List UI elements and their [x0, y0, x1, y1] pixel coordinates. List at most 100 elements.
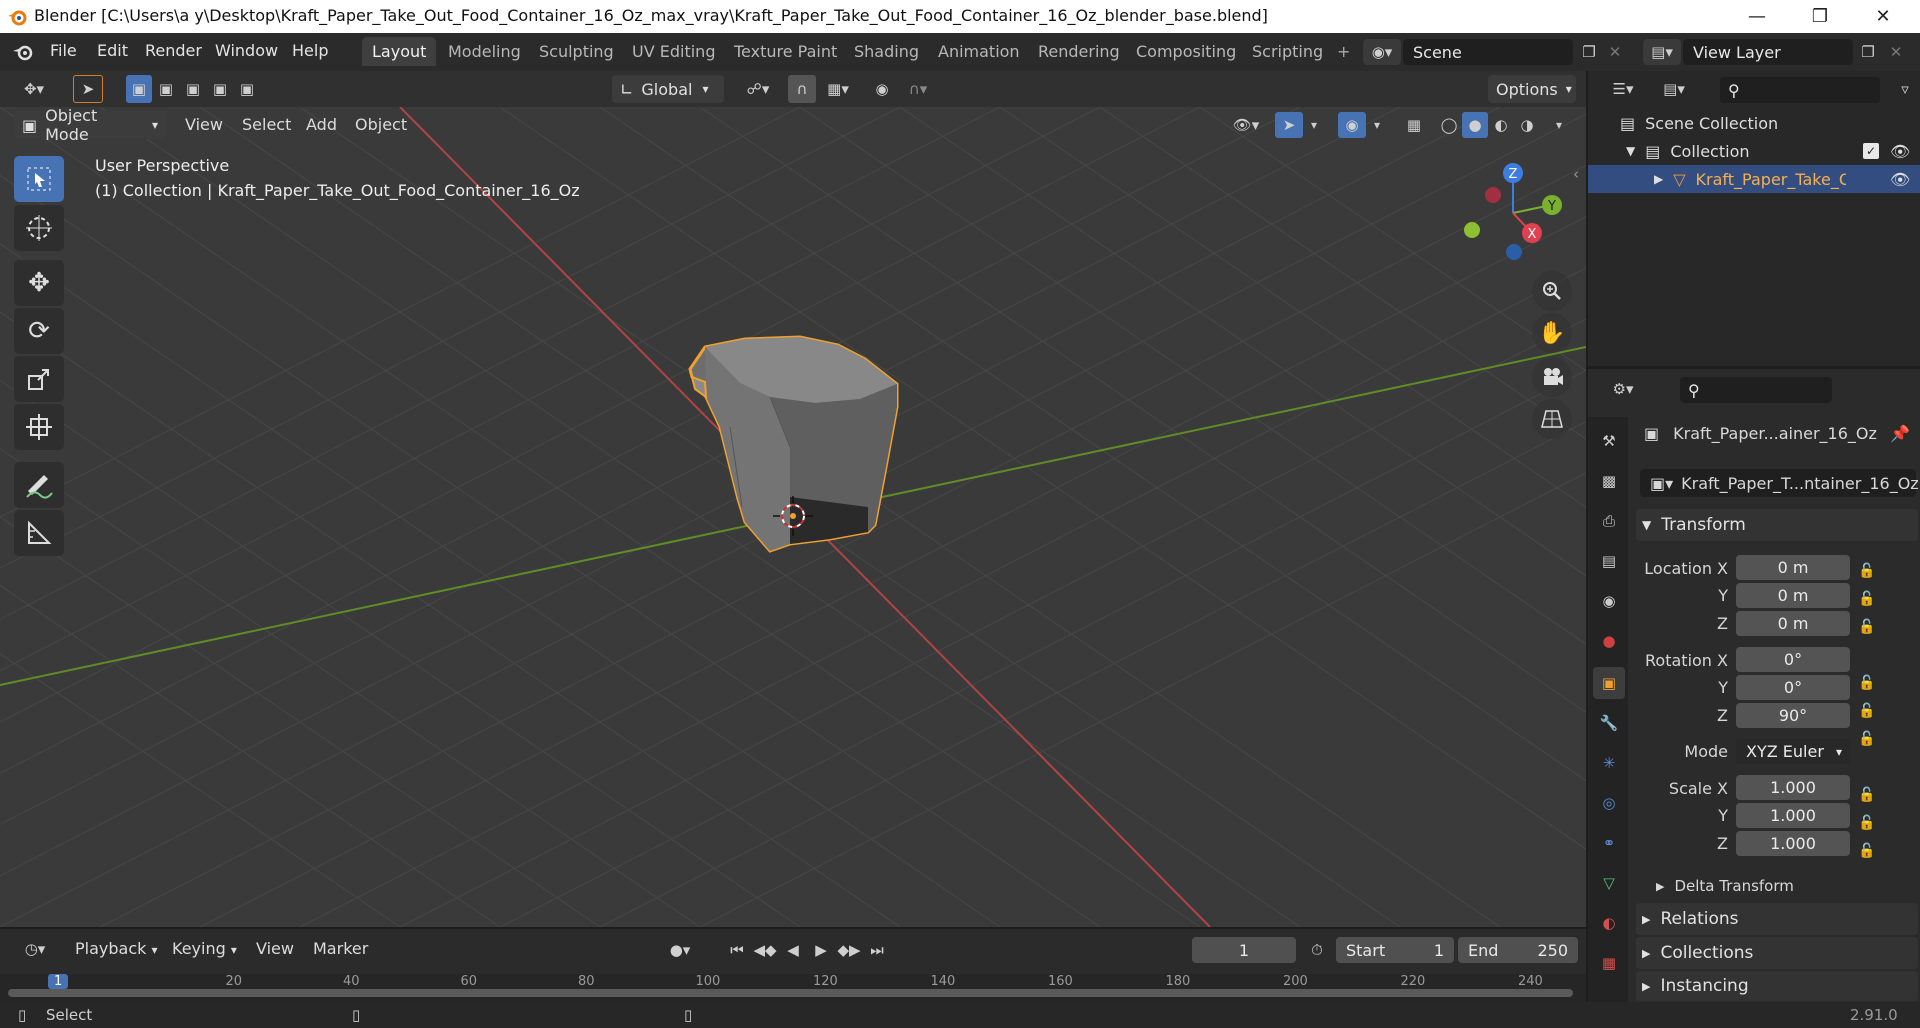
sidebar-toggle-icon[interactable]: ‹	[1568, 164, 1584, 184]
material-shading-icon[interactable]: ◐	[1488, 112, 1514, 138]
expand-arrow-icon[interactable]: ▶	[1654, 172, 1663, 186]
object-mode-dropdown[interactable]: ▣ Object Mode ▾	[14, 107, 166, 144]
end-frame-field[interactable]: End 250	[1458, 937, 1578, 963]
object-tab-icon[interactable]: ▣	[1593, 667, 1625, 699]
display-mode-icon[interactable]: ▤▾	[1652, 75, 1696, 103]
menu-timeline-view[interactable]: View	[256, 939, 294, 958]
tab-compositing[interactable]: Compositing	[1126, 37, 1246, 66]
properties-search-input[interactable]: ⚲	[1680, 377, 1832, 403]
scene-tab-icon[interactable]: ◉	[1593, 585, 1625, 617]
menu-view[interactable]: View	[185, 115, 223, 134]
xray-toggle-icon[interactable]: ▦	[1400, 112, 1428, 138]
options-dropdown[interactable]: Options ▾	[1488, 75, 1576, 103]
delta-transform-header[interactable]: ▶ Delta Transform	[1656, 877, 1794, 895]
rendered-shading-icon[interactable]: ◑	[1514, 112, 1540, 138]
rotation-x-field[interactable]: 0°	[1736, 647, 1850, 672]
eye-icon[interactable]: 👁	[1890, 142, 1910, 161]
new-scene-icon[interactable]: ❐	[1577, 39, 1601, 65]
outliner-row-scene-collection[interactable]: ▤ Scene Collection	[1588, 109, 1920, 137]
outliner-search-input[interactable]: ⚲	[1720, 77, 1880, 103]
view-layer-selector-icon[interactable]: ▤▾	[1643, 39, 1681, 65]
render-tab-icon[interactable]: ▩	[1593, 465, 1625, 497]
menu-edit[interactable]: Edit	[97, 41, 128, 60]
menu-keying[interactable]: Keying ▾	[172, 939, 237, 958]
3d-viewport[interactable]: ▣ Object Mode ▾ View Select Add Object 👁…	[0, 107, 1586, 927]
collection-checkbox[interactable]: ✓	[1863, 143, 1879, 159]
menu-object[interactable]: Object	[355, 115, 407, 134]
pan-hand-icon[interactable]: ✋	[1532, 313, 1572, 353]
properties-editor-type-icon[interactable]: ⚙▾	[1602, 375, 1644, 403]
menu-file[interactable]: File	[50, 41, 77, 60]
texture-tab-icon[interactable]: ▦	[1593, 947, 1625, 979]
rotate-tool[interactable]: ⟳	[14, 308, 64, 354]
restore-button[interactable]: ❐	[1790, 0, 1850, 33]
timeline-scrollbar[interactable]	[8, 989, 1573, 997]
prev-keyframe-icon[interactable]: ◀◆	[752, 937, 778, 963]
navigation-gizmo[interactable]: Z Y X	[1455, 157, 1565, 267]
data-tab-icon[interactable]: ▽	[1593, 867, 1625, 899]
remove-scene-icon[interactable]: ✕	[1603, 39, 1627, 65]
minimize-button[interactable]: —	[1727, 0, 1787, 33]
menu-playback[interactable]: Playback ▾	[75, 939, 158, 958]
tab-uv-editing[interactable]: UV Editing	[622, 37, 725, 66]
location-z-field[interactable]: 0 m	[1736, 611, 1850, 636]
tab-shading[interactable]: Shading	[844, 37, 929, 66]
scale-y-field[interactable]: 1.000	[1736, 803, 1850, 828]
next-keyframe-icon[interactable]: ◆▶	[836, 937, 862, 963]
remove-view-layer-icon[interactable]: ✕	[1884, 39, 1908, 65]
outliner-row-collection[interactable]: ▼ ▤ Collection ✓ 👁	[1588, 137, 1920, 165]
instancing-panel-header[interactable]: ▶ Instancing	[1636, 971, 1918, 1001]
play-icon[interactable]: ▶	[808, 937, 834, 963]
pin-icon[interactable]: 📌	[1890, 424, 1910, 443]
view-layer-tab-icon[interactable]: ▤	[1593, 545, 1625, 577]
start-frame-field[interactable]: Start 1	[1336, 937, 1454, 963]
outliner-row-object[interactable]: ▶ ▽ Kraft_Paper_Take_Ou 👁	[1588, 165, 1920, 193]
proportional-edit-icon[interactable]: ◉	[868, 75, 896, 103]
blender-menu-icon[interactable]	[12, 42, 34, 62]
snap-toggle-icon[interactable]: ∩	[788, 75, 816, 103]
object-datablock-field[interactable]: ▣▾ Kraft_Paper_T...ntainer_16_Oz	[1640, 469, 1919, 497]
wireframe-shading-icon[interactable]: ◯	[1436, 112, 1462, 138]
location-y-field[interactable]: 0 m	[1736, 583, 1850, 608]
select-invert-icon[interactable]: ▣	[207, 75, 233, 103]
collapse-arrow-icon[interactable]: ▼	[1626, 144, 1635, 158]
rotation-y-field[interactable]: 0°	[1736, 675, 1850, 700]
select-new-icon[interactable]: ▣	[126, 75, 152, 103]
move-tool[interactable]: ✥	[14, 260, 64, 306]
lock-icons[interactable]: 🔓 🔓 🔓 🔓 🔓 🔓 🔓 🔓 🔓	[1858, 557, 1882, 865]
menu-marker[interactable]: Marker	[313, 939, 368, 958]
select-extend-icon[interactable]: ▣	[153, 75, 179, 103]
scale-x-field[interactable]: 1.000	[1736, 775, 1850, 800]
gizmo-toggle-icon[interactable]: ➤	[1275, 112, 1303, 138]
perspective-toggle-icon[interactable]	[1532, 399, 1572, 439]
auto-keying-icon[interactable]: ●▾	[662, 937, 698, 963]
filter-icon[interactable]: ▿	[1893, 75, 1917, 103]
current-frame-field[interactable]: 1	[1192, 937, 1296, 963]
menu-help[interactable]: Help	[292, 41, 328, 60]
scale-tool[interactable]	[14, 356, 64, 402]
jump-end-icon[interactable]: ⏭	[864, 937, 890, 963]
scale-z-field[interactable]: 1.000	[1736, 831, 1850, 856]
tab-texture-paint[interactable]: Texture Paint	[724, 37, 847, 66]
tab-modeling[interactable]: Modeling	[438, 37, 531, 66]
tab-rendering[interactable]: Rendering	[1028, 37, 1130, 66]
transform-tool[interactable]	[14, 404, 64, 450]
stopwatch-icon[interactable]: ⏱	[1304, 937, 1330, 963]
play-reverse-icon[interactable]: ◀	[780, 937, 806, 963]
add-workspace-button[interactable]: +	[1327, 37, 1360, 66]
constraints-tab-icon[interactable]: ⚭	[1593, 827, 1625, 859]
physics-tab-icon[interactable]: ◎	[1593, 787, 1625, 819]
timeline-editor-type-icon[interactable]: ◷▾	[14, 935, 56, 963]
snap-target-icon[interactable]: ▦▾	[818, 75, 858, 103]
select-subtract-icon[interactable]: ▣	[180, 75, 206, 103]
select-tool-icon[interactable]: ➤	[73, 75, 103, 103]
measure-tool[interactable]	[14, 510, 64, 556]
world-tab-icon[interactable]: ●	[1593, 625, 1625, 657]
tab-scripting[interactable]: Scripting	[1242, 37, 1333, 66]
material-tab-icon[interactable]: ◐	[1593, 907, 1625, 939]
menu-window[interactable]: Window	[215, 41, 278, 60]
jump-start-icon[interactable]: ⏮	[724, 937, 750, 963]
transform-panel-header[interactable]: ▼ Transform	[1636, 509, 1918, 541]
tab-animation[interactable]: Animation	[928, 37, 1030, 66]
orientation-dropdown[interactable]: ∟ Global ▾	[612, 75, 724, 103]
